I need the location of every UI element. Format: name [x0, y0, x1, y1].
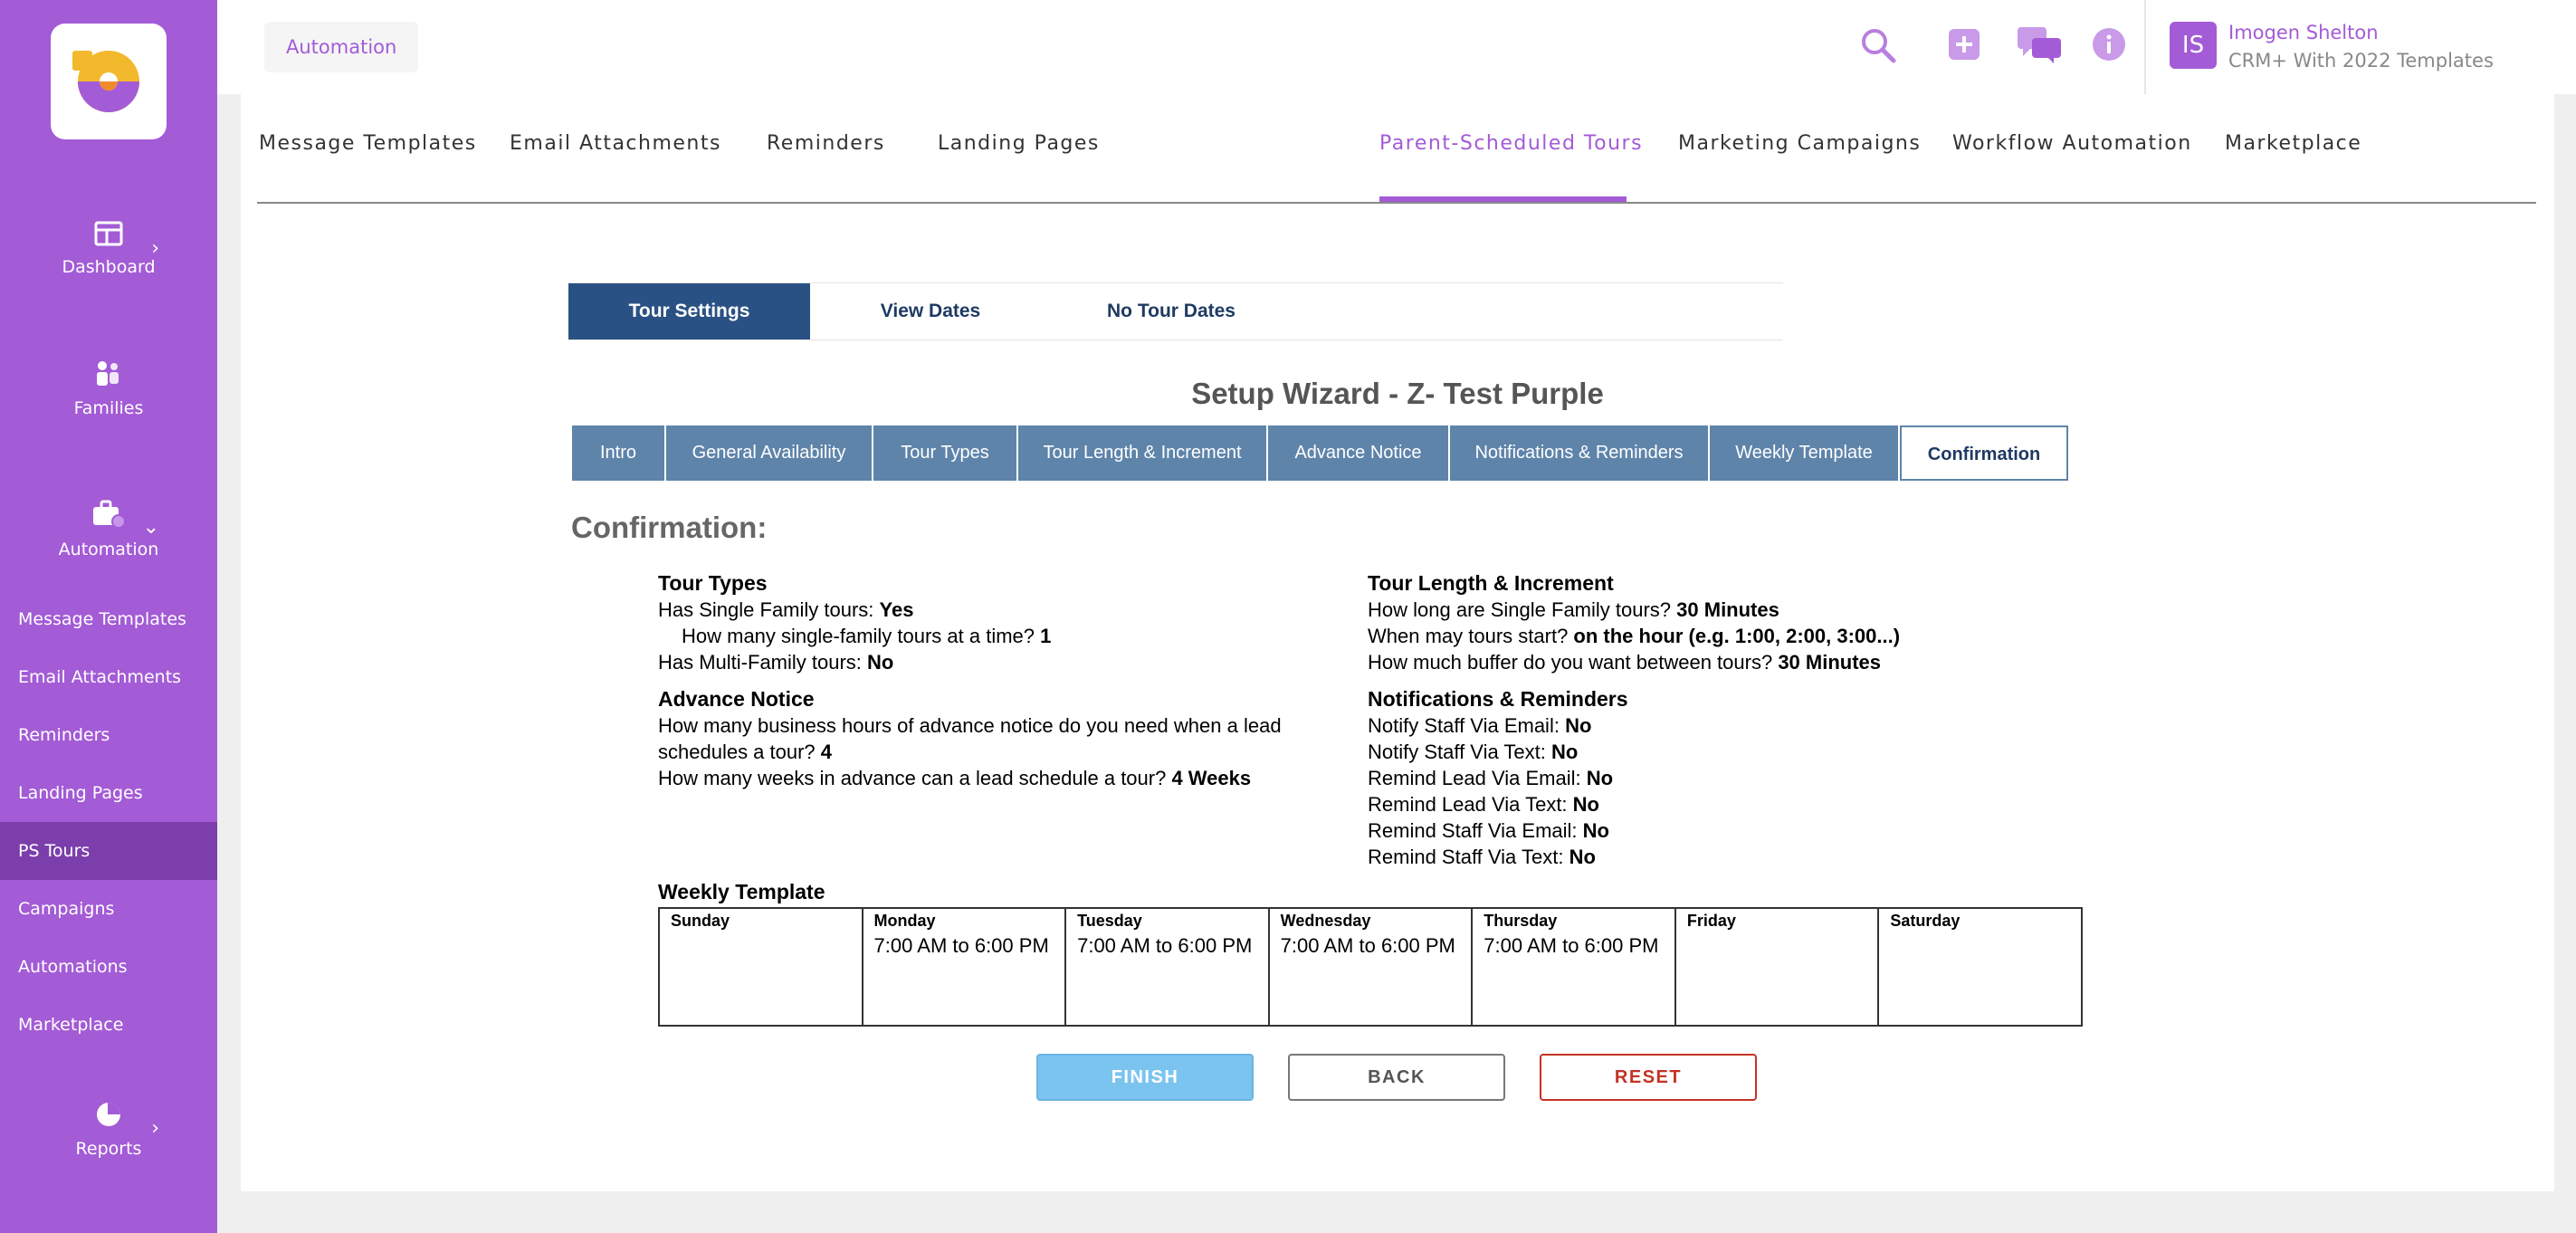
tour-types-title: Tour Types: [658, 571, 768, 595]
tab-marketplace[interactable]: Marketplace: [2225, 132, 2361, 155]
tab-bar: Message Templates Email Attachments Remi…: [257, 94, 2536, 204]
summary-line: How many weeks in advance can a lead sch…: [658, 767, 1252, 789]
summary-line: Has Single Family tours: Yes: [658, 598, 914, 621]
sidebar-item-message-templates[interactable]: Message Templates: [0, 590, 217, 648]
sidebar-nav-automation[interactable]: ⌄ Automation: [0, 500, 217, 559]
summary-line: Remind Lead Via Text: No: [1368, 793, 1599, 816]
weekly-template-table: Sunday Monday 7:00 AM to 6:00 PM Tuesday 7…: [658, 907, 2083, 1027]
sidebar-item-email-attachments[interactable]: Email Attachments: [0, 648, 217, 706]
chevron-right-icon: ›: [151, 1117, 159, 1140]
sidebar: › Dashboard Families ⌄ Automation Messag…: [0, 0, 217, 1233]
summary-line: Remind Staff Via Email: No: [1368, 819, 1609, 842]
sidebar-nav-label: Families: [73, 398, 144, 418]
confirmation-right-column: Tour Length & Increment How long are Sin…: [1368, 570, 2074, 870]
sidebar-nav-label: Automation: [58, 540, 159, 559]
sidebar-item-marketplace[interactable]: Marketplace: [0, 996, 217, 1054]
add-icon[interactable]: [1945, 25, 1983, 63]
sidebar-item-reminders[interactable]: Reminders: [0, 706, 217, 764]
subtab-no-tour-dates[interactable]: No Tour Dates: [1051, 283, 1292, 339]
automation-icon: [93, 500, 126, 529]
main-panel: Message Templates Email Attachments Remi…: [241, 94, 2554, 1191]
day-cell-friday: Friday: [1674, 907, 1880, 1027]
summary-line: Has Multi-Family tours: No: [658, 651, 894, 674]
sidebar-item-landing-pages[interactable]: Landing Pages: [0, 764, 217, 822]
tab-reminders[interactable]: Reminders: [767, 132, 885, 155]
search-icon[interactable]: [1858, 25, 1898, 65]
summary-line: schedules a tour? 4: [658, 741, 833, 763]
sidebar-nav-dashboard[interactable]: › Dashboard: [0, 221, 217, 277]
summary-line: Notify Staff Via Email: No: [1368, 714, 1592, 737]
reports-icon: [97, 1103, 120, 1126]
confirmation-heading: Confirmation:: [571, 511, 768, 544]
sidebar-item-ps-tours[interactable]: PS Tours: [0, 822, 217, 880]
user-org: CRM+ With 2022 Templates: [2228, 50, 2494, 72]
subtab-tour-settings[interactable]: Tour Settings: [568, 283, 810, 339]
families-icon: [97, 361, 119, 386]
chevron-down-icon: ⌄: [142, 516, 159, 539]
confirmation-left-column: Tour Types Has Single Family tours: Yes …: [658, 570, 1328, 791]
weekly-template-title: Weekly Template: [658, 880, 825, 903]
step-tour-length-increment[interactable]: Tour Length & Increment: [1018, 425, 1268, 481]
user-name[interactable]: Imogen Shelton: [2228, 22, 2379, 43]
advance-notice-title: Advance Notice: [658, 687, 815, 711]
breadcrumb[interactable]: Automation: [264, 22, 419, 72]
summary-line: When may tours start? on the hour (e.g. …: [1368, 625, 1901, 647]
subtab-bar: Tour Settings View Dates No Tour Dates: [568, 282, 1783, 340]
summary-line: How long are Single Family tours? 30 Min…: [1368, 598, 1779, 621]
topbar-divider: [2144, 0, 2146, 94]
logo-icon: [72, 51, 139, 112]
summary-line: Remind Lead Via Email: No: [1368, 767, 1614, 789]
day-cell-sunday: Sunday: [658, 907, 863, 1027]
sidebar-item-campaigns[interactable]: Campaigns: [0, 880, 217, 938]
sidebar-nav-label: Dashboard: [62, 257, 156, 277]
step-advance-notice[interactable]: Advance Notice: [1268, 425, 1450, 481]
step-weekly-template[interactable]: Weekly Template: [1710, 425, 1900, 481]
sidebar-nav-families[interactable]: Families: [0, 360, 217, 418]
day-cell-saturday: Saturday: [1877, 907, 2083, 1027]
sidebar-nav-reports[interactable]: › Reports: [0, 1101, 217, 1159]
chat-icon[interactable]: [2016, 25, 2063, 65]
day-cell-monday: Monday 7:00 AM to 6:00 PM: [861, 907, 1067, 1027]
sidebar-item-automations[interactable]: Automations: [0, 938, 217, 996]
dashboard-icon: [94, 221, 123, 246]
sidebar-nav-label: Reports: [75, 1139, 142, 1159]
summary-line: How much buffer do you want between tour…: [1368, 651, 1882, 674]
day-cell-wednesday: Wednesday 7:00 AM to 6:00 PM: [1267, 907, 1474, 1027]
summary-line: Remind Staff Via Text: No: [1368, 846, 1596, 868]
avatar[interactable]: IS: [2170, 22, 2217, 69]
day-cell-tuesday: Tuesday 7:00 AM to 6:00 PM: [1064, 907, 1270, 1027]
tab-landing-pages[interactable]: Landing Pages: [938, 132, 1100, 155]
reset-button[interactable]: RESET: [1540, 1054, 1757, 1101]
tab-parent-scheduled-tours[interactable]: Parent-Scheduled Tours: [1379, 132, 1643, 155]
summary-line: Notify Staff Via Text: No: [1368, 741, 1579, 763]
back-button[interactable]: BACK: [1288, 1054, 1505, 1101]
active-tab-indicator: [1379, 196, 1627, 202]
step-notifications-reminders[interactable]: Notifications & Reminders: [1450, 425, 1710, 481]
step-confirmation[interactable]: Confirmation: [1900, 425, 2068, 481]
tab-workflow-automation[interactable]: Workflow Automation: [1952, 132, 2192, 155]
tab-email-attachments[interactable]: Email Attachments: [510, 132, 721, 155]
step-tour-types[interactable]: Tour Types: [873, 425, 1018, 481]
day-cell-thursday: Thursday 7:00 AM to 6:00 PM: [1471, 907, 1676, 1027]
tour-length-title: Tour Length & Increment: [1368, 571, 1614, 595]
finish-button[interactable]: FINISH: [1036, 1054, 1254, 1101]
tab-marketing-campaigns[interactable]: Marketing Campaigns: [1678, 132, 1921, 155]
wizard-title: Setup Wizard - Z- Test Purple: [1191, 377, 1604, 410]
info-icon[interactable]: [2090, 25, 2128, 63]
tab-message-templates[interactable]: Message Templates: [259, 132, 477, 155]
topbar: Automation IS Imogen Shelton CRM+ With 2…: [217, 0, 2576, 94]
subtab-view-dates[interactable]: View Dates: [810, 283, 1051, 339]
step-general-availability[interactable]: General Availability: [666, 425, 873, 481]
app-logo[interactable]: [51, 24, 167, 139]
notifications-title: Notifications & Reminders: [1368, 687, 1628, 711]
step-intro[interactable]: Intro: [572, 425, 666, 481]
summary-line: How many business hours of advance notic…: [658, 714, 1282, 737]
chevron-right-icon: ›: [151, 237, 159, 260]
summary-line: How many single-family tours at a time? …: [682, 625, 1052, 647]
